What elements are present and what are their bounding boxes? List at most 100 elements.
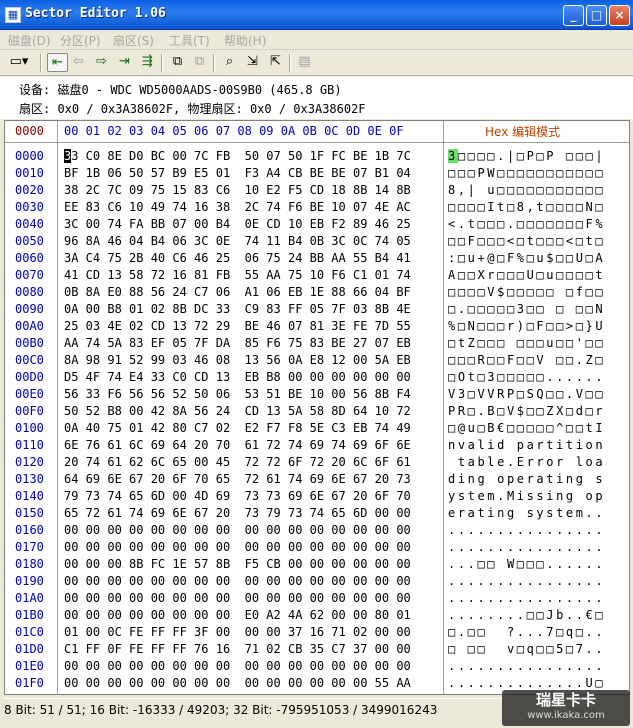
row-ascii[interactable]: 8,| u□□□□□□□□□□□ <box>448 182 605 199</box>
row-ascii[interactable]: ................ <box>448 573 605 590</box>
row-ascii[interactable]: □.□□□□□3□□ □ □□N <box>448 301 605 318</box>
table-row: 0090 0A 00 B8 01 02 8B DC 33 C9 83 FF 05 … <box>5 301 629 318</box>
hex-editor[interactable]: 0000 00 01 02 03 04 05 06 07 08 09 0A 0B… <box>4 120 630 695</box>
row-ascii[interactable]: □ □□ v□q□□5□7.. <box>448 641 605 658</box>
row-ascii[interactable]: ................ <box>448 522 605 539</box>
row-hex-bytes[interactable]: 3A C4 75 2B 40 C6 46 25 06 75 24 BB AA 5… <box>64 250 411 267</box>
row-hex-bytes[interactable]: 00 00 00 00 00 00 00 00 00 00 00 00 00 0… <box>64 539 411 556</box>
menu-help[interactable]: 帮助(H) <box>224 32 266 49</box>
row-offset: 0070 <box>15 268 44 282</box>
drive-icon[interactable]: ▭▾ <box>4 53 34 72</box>
row-hex-bytes[interactable]: 0A 00 B8 01 02 8B DC 33 C9 83 FF 05 7F 0… <box>64 301 411 318</box>
row-hex-bytes[interactable]: BF 1B 06 50 57 B9 E5 01 F3 A4 CB BE BE 0… <box>64 165 411 182</box>
row-hex-bytes[interactable]: D5 4F 74 E4 33 C0 CD 13 EB B8 00 00 00 0… <box>64 369 411 386</box>
row-hex-bytes[interactable]: 50 52 B8 00 42 8A 56 24 CD 13 5A 58 8D 6… <box>64 403 411 420</box>
row-offset: 0000 <box>15 149 44 163</box>
row-hex-bytes[interactable]: 25 03 4E 02 CD 13 72 29 BE 46 07 81 3E F… <box>64 318 411 335</box>
row-hex-bytes[interactable]: 00 00 00 00 00 00 00 00 00 00 00 00 00 0… <box>64 522 411 539</box>
row-hex-bytes[interactable]: 41 CD 13 58 72 16 81 FB 55 AA 75 10 F6 C… <box>64 267 411 284</box>
row-hex-bytes[interactable]: AA 74 5A 83 EF 05 7F DA 85 F6 75 83 BE 2… <box>64 335 411 352</box>
row-hex-bytes[interactable]: 33 C0 8E D0 BC 00 7C FB 50 07 50 1F FC B… <box>64 148 411 165</box>
row-ascii[interactable]: A□□Xr□□□U□u□□□□t <box>448 267 605 284</box>
next-icon[interactable]: ⇨ <box>91 53 112 72</box>
row-hex-bytes[interactable]: 65 72 61 74 69 6E 67 20 73 79 73 74 65 6… <box>64 505 411 522</box>
row-hex-bytes[interactable]: 0B 8A E0 88 56 24 C7 06 A1 06 EB 1E 88 6… <box>64 284 411 301</box>
paste-icon[interactable]: ⧉ <box>189 53 210 72</box>
minimize-button[interactable]: _ <box>563 5 584 26</box>
close-button[interactable]: × <box>609 5 630 26</box>
export-icon[interactable]: ⇲ <box>242 53 263 72</box>
row-ascii[interactable]: table.Error loa <box>448 454 605 471</box>
device-label: 设备: <box>19 83 51 97</box>
row-ascii[interactable]: ................ <box>448 590 605 607</box>
last-sector-icon[interactable]: ⇥ <box>114 53 135 72</box>
row-offset: 0080 <box>15 285 44 299</box>
window-title: Sector Editor 1.06 <box>25 6 166 21</box>
row-hex-bytes[interactable]: 38 2C 7C 09 75 15 83 C6 10 E2 F5 CD 18 8… <box>64 182 411 199</box>
row-ascii[interactable]: □□□R□□F□□V □□.Z□ <box>448 352 605 369</box>
row-ascii[interactable]: □Ot□3□□□□□...... <box>448 369 605 386</box>
maximize-button[interactable]: □ <box>586 5 607 26</box>
row-offset: 0160 <box>15 523 44 537</box>
row-ascii[interactable]: □□□□V$□□□□□ □f□□ <box>448 284 605 301</box>
row-hex-bytes[interactable]: 01 00 0C FE FF FF 3F 00 00 00 37 16 71 0… <box>64 624 411 641</box>
row-hex-bytes[interactable]: 79 73 74 65 6D 00 4D 69 73 73 69 6E 67 2… <box>64 488 411 505</box>
row-offset: 0010 <box>15 166 44 180</box>
row-hex-bytes[interactable]: 00 00 00 00 00 00 00 00 00 00 00 00 00 0… <box>64 675 411 692</box>
search-icon[interactable]: ⌕ <box>219 53 240 72</box>
row-ascii[interactable]: ................ <box>448 539 605 556</box>
copy-icon[interactable]: ⧉ <box>167 53 188 72</box>
row-ascii[interactable]: 3□□□□.|□P□P □□□| <box>448 148 605 165</box>
save-icon[interactable]: ▤ <box>294 53 315 72</box>
row-ascii[interactable]: nvalid partition <box>448 437 605 454</box>
previous-icon[interactable]: ⇦ <box>68 53 89 72</box>
row-hex-bytes[interactable]: C1 FF 0F FE FF FF 76 16 71 02 CB 35 C7 3… <box>64 641 411 658</box>
row-hex-bytes[interactable]: 00 00 00 00 00 00 00 00 00 00 00 00 00 0… <box>64 590 411 607</box>
row-ascii[interactable]: PR□.B□V$□□ZX□d□r <box>448 403 605 420</box>
row-hex-bytes[interactable]: 0A 40 75 01 42 80 C7 02 E2 F7 F8 5E C3 E… <box>64 420 411 437</box>
row-ascii[interactable]: □tZ□□□ □□□u□□'□□ <box>448 335 605 352</box>
menu-partition[interactable]: 分区(P) <box>60 32 101 49</box>
row-offset: 0180 <box>15 557 44 571</box>
row-hex-bytes[interactable]: 00 00 00 00 00 00 00 00 E0 A2 4A 62 00 0… <box>64 607 411 624</box>
row-ascii[interactable]: ................ <box>448 658 605 675</box>
row-ascii[interactable]: □□F□□□<□t□□□<□t□ <box>448 233 605 250</box>
row-ascii[interactable]: V3□VVRP□SQ□□.V□□ <box>448 386 605 403</box>
row-hex-bytes[interactable]: 3C 00 74 FA BB 07 00 B4 0E CD 10 EB F2 8… <box>64 216 411 233</box>
row-ascii[interactable]: :□u+@□F%□u$□□U□A <box>448 250 605 267</box>
row-ascii[interactable]: %□N□□□r)□F□□>□}U <box>448 318 605 335</box>
row-ascii[interactable]: erating system.. <box>448 505 605 522</box>
first-sector-icon[interactable]: ⇤ <box>47 53 68 72</box>
row-ascii[interactable]: ding operating s <box>448 471 605 488</box>
row-hex-bytes[interactable]: 00 00 00 8B FC 1E 57 8B F5 CB 00 00 00 0… <box>64 556 411 573</box>
row-ascii[interactable]: <.t□□□.□□□□□□□F% <box>448 216 605 233</box>
row-offset: 0090 <box>15 302 44 316</box>
row-hex-bytes[interactable]: 6E 76 61 6C 69 64 20 70 61 72 74 69 74 6… <box>64 437 411 454</box>
row-ascii[interactable]: ystem.Missing op <box>448 488 605 505</box>
row-hex-bytes[interactable]: 00 00 00 00 00 00 00 00 00 00 00 00 00 0… <box>64 658 411 675</box>
menu-sector[interactable]: 扇区(S) <box>113 32 154 49</box>
row-hex-bytes[interactable]: EE 83 C6 10 49 74 16 38 2C 74 F6 BE 10 0… <box>64 199 411 216</box>
toolbar: ▭▾ ⇤ ⇦ ⇨ ⇥ ⇶ ⧉ ⧉ ⌕ ⇲ ⇱ ▤ <box>0 50 633 76</box>
row-ascii[interactable]: ........□□Jb..€□ <box>448 607 605 624</box>
row-hex-bytes[interactable]: 64 69 6E 67 20 6F 70 65 72 61 74 69 6E 6… <box>64 471 411 488</box>
row-ascii[interactable]: □□□PW□□□□□□□□□□□ <box>448 165 605 182</box>
goto-icon[interactable]: ⇶ <box>137 53 158 72</box>
import-icon[interactable]: ⇱ <box>265 53 286 72</box>
row-hex-bytes[interactable]: 96 8A 46 04 B4 06 3C 0E 74 11 B4 0B 3C 0… <box>64 233 411 250</box>
app-icon: ▦ <box>5 7 21 23</box>
row-hex-bytes[interactable]: 00 00 00 00 00 00 00 00 00 00 00 00 00 0… <box>64 573 411 590</box>
row-ascii[interactable]: □.□□ ?...7□q□.. <box>448 624 605 641</box>
row-offset: 0020 <box>15 183 44 197</box>
row-hex-bytes[interactable]: 56 33 F6 56 56 52 50 06 53 51 BE 10 00 5… <box>64 386 411 403</box>
menu-tools[interactable]: 工具(T) <box>169 32 210 49</box>
row-ascii[interactable]: □□□□It□8,t□□□□N□ <box>448 199 605 216</box>
table-row: 0080 0B 8A E0 88 56 24 C7 06 A1 06 EB 1E … <box>5 284 629 301</box>
row-ascii[interactable]: □@u□B€□□□□□^□□tI <box>448 420 605 437</box>
menu-disk[interactable]: 磁盘(D) <box>8 32 51 49</box>
table-row: 01E0 00 00 00 00 00 00 00 00 00 00 00 00 … <box>5 658 629 675</box>
row-offset: 01C0 <box>15 625 44 639</box>
row-hex-bytes[interactable]: 20 74 61 62 6C 65 00 45 72 72 6F 72 20 6… <box>64 454 411 471</box>
row-hex-bytes[interactable]: 8A 98 91 52 99 03 46 08 13 56 0A E8 12 0… <box>64 352 411 369</box>
row-ascii[interactable]: ...□□ W□□□...... <box>448 556 605 573</box>
